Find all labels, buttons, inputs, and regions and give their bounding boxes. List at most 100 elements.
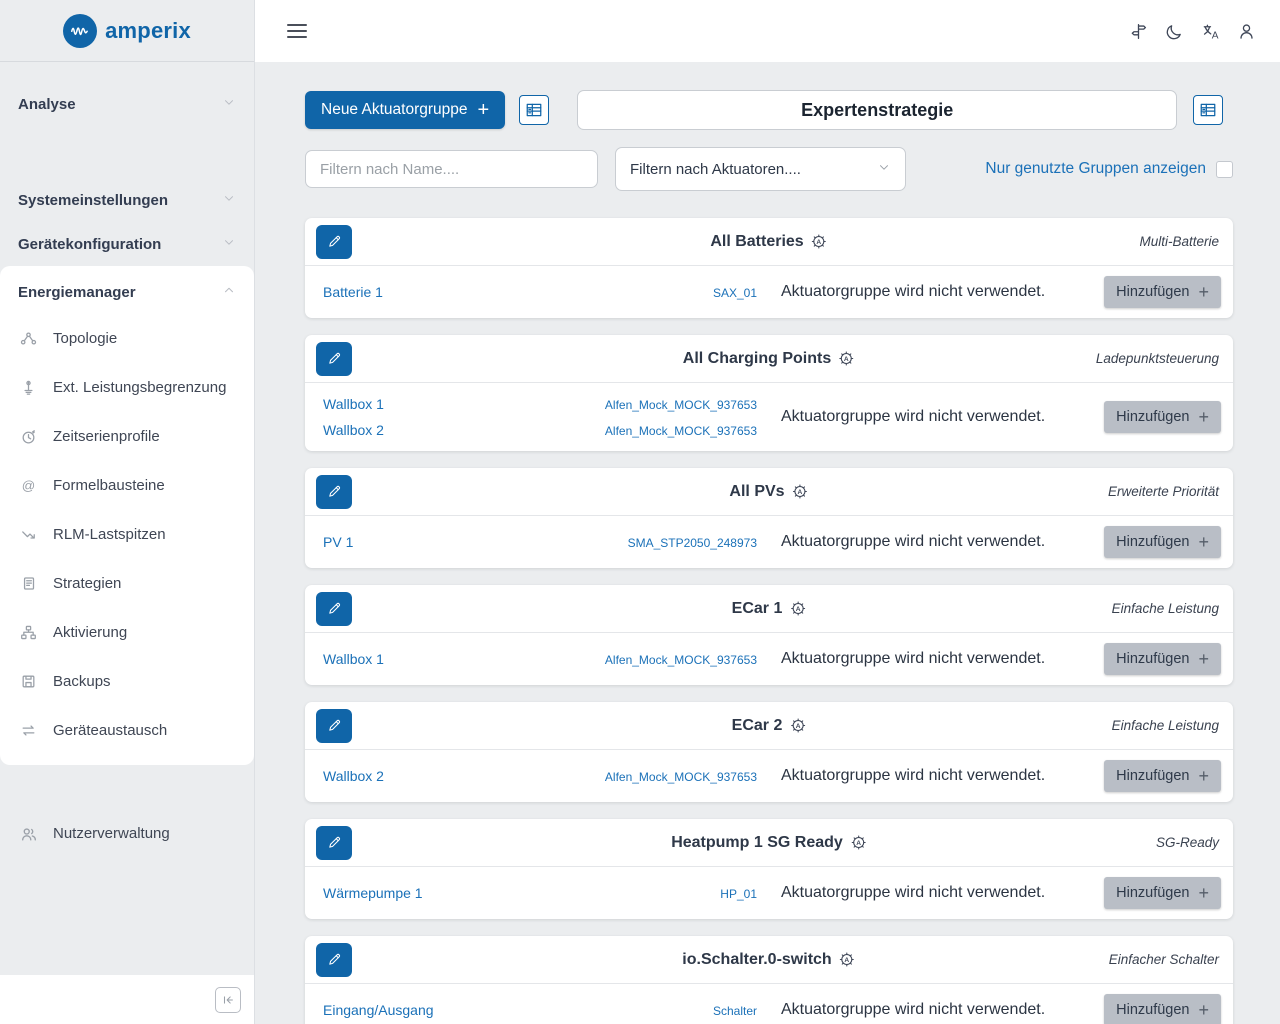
dark-mode-icon[interactable] <box>1165 22 1184 41</box>
add-to-group-button[interactable]: Hinzufügen+ <box>1104 877 1221 909</box>
plus-icon: + <box>1198 884 1209 902</box>
content: Neue Aktuatorgruppe + F <box>255 62 1280 1024</box>
group-title: Heatpump 1 SG ReadyA <box>671 834 867 852</box>
plus-icon: + <box>1198 283 1209 301</box>
device-id-link[interactable]: Alfen_Mock_MOCK_937653 <box>605 770 757 784</box>
edit-group-button[interactable] <box>316 943 352 977</box>
strategy-name-input[interactable] <box>577 90 1177 130</box>
group-table-view-icon[interactable] <box>519 95 549 125</box>
strategies-icon <box>20 575 38 593</box>
sidebar-collapse-button[interactable] <box>215 987 241 1013</box>
edit-group-button[interactable] <box>316 342 352 376</box>
user-icon[interactable] <box>1237 22 1256 41</box>
add-button-label: Hinzufügen <box>1116 534 1189 550</box>
device-id-link[interactable]: SMA_STP2050_248973 <box>628 536 757 550</box>
filter-actuators-select[interactable]: Filtern nach Aktuatoren.... <box>615 147 906 191</box>
group-status-text: Aktuatorgruppe wird nicht verwendet. <box>781 1001 1104 1019</box>
sidebar-item-backups[interactable]: Backups <box>0 657 254 706</box>
device-id-link[interactable]: SAX_01 <box>713 286 757 300</box>
edit-group-button[interactable] <box>316 826 352 860</box>
device-id-link[interactable]: Alfen_Mock_MOCK_937653 <box>605 424 757 438</box>
sidebar-item-strategien[interactable]: Strategien <box>0 559 254 608</box>
sidebar-item-aktivierung[interactable]: Aktivierung <box>0 608 254 657</box>
auto-badge-icon: A <box>811 233 828 250</box>
device-id-link[interactable]: HP_01 <box>720 887 757 901</box>
device-id-link[interactable]: Alfen_Mock_MOCK_937653 <box>605 398 757 412</box>
show-used-groups-checkbox[interactable] <box>1216 161 1233 178</box>
group-card-body: Wärmepumpe 1 HP_01 Aktuatorgruppe wird nic… <box>305 867 1233 919</box>
edit-group-button[interactable] <box>316 225 352 259</box>
device-name-link[interactable]: Wallbox 1 <box>323 396 384 412</box>
logo[interactable]: amperix <box>0 0 254 62</box>
language-icon[interactable]: A <box>1201 22 1220 41</box>
sidebar-item-label: Zeitserienprofile <box>53 428 160 445</box>
add-to-group-button[interactable]: Hinzufügen+ <box>1104 276 1221 308</box>
backups-icon <box>20 673 38 691</box>
sidebar-nav: Analyse SystemeinstellungenGerätekonfigur… <box>0 62 254 975</box>
group-card-body: Eingang/Ausgang Schalter Aktuatorgruppe wi… <box>305 984 1233 1024</box>
menu-icon[interactable] <box>287 24 307 38</box>
edit-group-button[interactable] <box>316 592 352 626</box>
edit-group-button[interactable] <box>316 475 352 509</box>
group-status-text: Aktuatorgruppe wird nicht verwendet. <box>781 283 1104 301</box>
sidebar-section-gerätekonfiguration[interactable]: Gerätekonfiguration <box>0 222 254 266</box>
device-name-link[interactable]: Wärmepumpe 1 <box>323 885 423 901</box>
group-title: io.Schalter.0-switchA <box>682 951 855 969</box>
add-to-group-button[interactable]: Hinzufügen + <box>1104 994 1221 1024</box>
sidebar-item-zeitserienprofile[interactable]: Zeitserienprofile <box>0 412 254 461</box>
new-actuator-group-button[interactable]: Neue Aktuatorgruppe + <box>305 91 505 129</box>
plus-icon: + <box>478 100 490 120</box>
sidebar-item-nutzerverwaltung[interactable]: Nutzerverwaltung <box>0 809 254 858</box>
filter-actuators-label: Filtern nach Aktuatoren.... <box>630 161 801 178</box>
sidebar-item-ext-leistungsbegrenzung[interactable]: Ext. Leistungsbegrenzung <box>0 363 254 412</box>
device-name-link[interactable]: Eingang/Ausgang <box>323 1002 434 1018</box>
add-button-label: Hinzufügen <box>1116 409 1189 425</box>
device-name-link[interactable]: PV 1 <box>323 534 353 550</box>
actuator-group-card: ECar 2AEinfache Leistung Wallbox 2 Alfen_M… <box>305 702 1233 802</box>
sidebar-item-label: Nutzerverwaltung <box>53 825 170 842</box>
device-list: Wärmepumpe 1 HP_01 <box>317 882 757 904</box>
group-card-header: ECar 2AEinfache Leistung <box>305 702 1233 750</box>
sidebar-item-topologie[interactable]: Topologie <box>0 314 254 363</box>
add-to-group-button[interactable]: Hinzufügen+ <box>1104 401 1221 433</box>
sidebar-section-analyse[interactable]: Analyse <box>0 82 254 126</box>
auto-badge-icon: A <box>789 717 806 734</box>
device-row: Wallbox 2 Alfen_Mock_MOCK_937653 <box>317 765 757 787</box>
group-card-header: ECar 1AEinfache Leistung <box>305 585 1233 633</box>
add-button-label: Hinzufügen <box>1116 1002 1189 1018</box>
device-id-link[interactable]: Alfen_Mock_MOCK_937653 <box>605 653 757 667</box>
add-to-group-button[interactable]: Hinzufügen+ <box>1104 643 1221 675</box>
device-name-link[interactable]: Wallbox 2 <box>323 768 384 784</box>
sidebar-item-formelbausteine[interactable]: @Formelbausteine <box>0 461 254 510</box>
chevron-down-icon <box>222 95 236 113</box>
users-icon <box>20 825 38 843</box>
show-used-groups-label[interactable]: Nur genutzte Gruppen anzeigen <box>985 160 1206 178</box>
group-card-body: Wallbox 2Alfen_Mock_MOCK_937653Aktuatorg… <box>305 750 1233 802</box>
group-status-text: Aktuatorgruppe wird nicht verwendet. <box>781 884 1104 902</box>
group-card-body: PV 1SMA_STP2050_248973Aktuatorgruppe wir… <box>305 516 1233 568</box>
svg-text:A: A <box>1212 30 1219 41</box>
svg-text:A: A <box>817 239 822 246</box>
group-type-label: Einfacher Schalter <box>1109 952 1219 967</box>
group-card-body: Batterie 1 SAX_01 Aktuatorgruppe wird nich… <box>305 266 1233 318</box>
sidebar-section-systemeinstellungen[interactable]: Systemeinstellungen <box>0 178 254 222</box>
strategy-table-view-icon[interactable] <box>1193 95 1223 125</box>
sidebar-footer <box>0 975 254 1024</box>
group-status-text: Aktuatorgruppe wird nicht verwendet. <box>781 650 1104 668</box>
device-id-link[interactable]: Schalter <box>713 1004 757 1018</box>
edit-group-button[interactable] <box>316 709 352 743</box>
device-name-link[interactable]: Wallbox 2 <box>323 422 384 438</box>
add-to-group-button[interactable]: Hinzufügen+ <box>1104 526 1221 558</box>
sidebar-item-rlm-lastspitzen[interactable]: RLM-Lastspitzen <box>0 510 254 559</box>
device-name-link[interactable]: Wallbox 1 <box>323 651 384 667</box>
group-card-header: All Charging PointsALadepunktsteuerung <box>305 335 1233 383</box>
add-to-group-button[interactable]: Hinzufügen+ <box>1104 760 1221 792</box>
group-title: All Charging PointsA <box>683 350 855 368</box>
sidebar-section-energiemanager[interactable]: Energiemanager <box>0 270 254 314</box>
device-name-link[interactable]: Batterie 1 <box>323 284 383 300</box>
plus-icon: + <box>1198 1001 1209 1019</box>
signpost-icon[interactable] <box>1129 22 1148 41</box>
sidebar-section-label: Analyse <box>18 96 76 113</box>
sidebar-item-geräteaustausch[interactable]: Geräteaustausch <box>0 706 254 755</box>
filter-name-input[interactable] <box>305 150 598 188</box>
